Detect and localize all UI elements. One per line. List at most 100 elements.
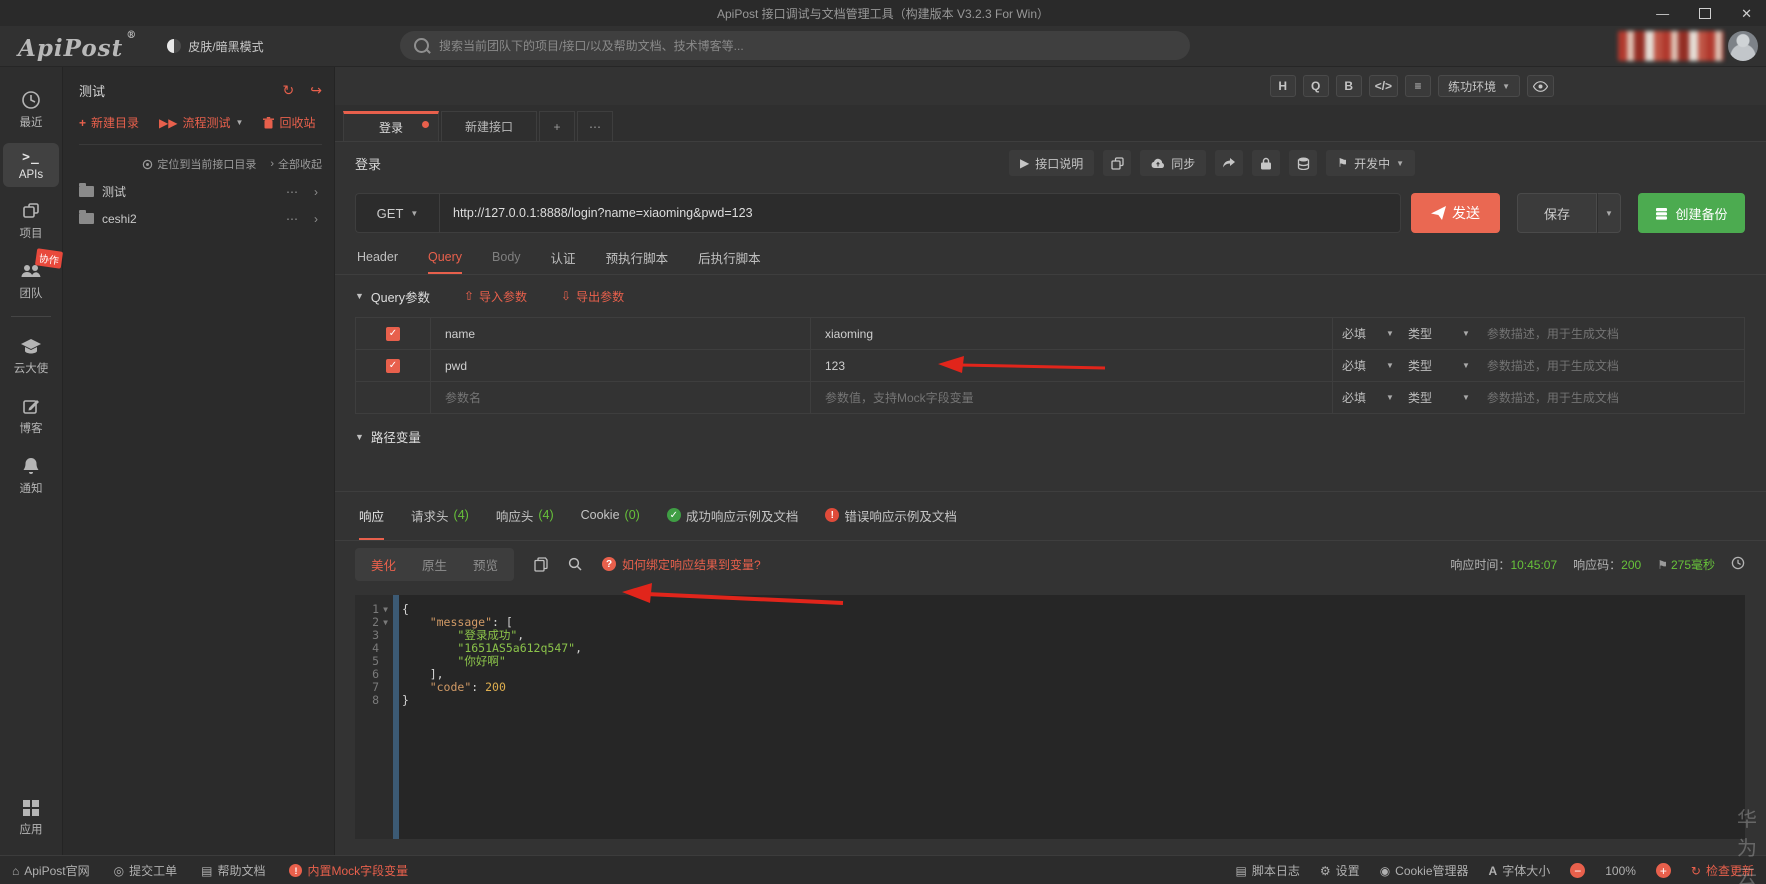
send-button[interactable]: 发送 — [1411, 193, 1500, 233]
add-tab-button[interactable]: + — [539, 111, 575, 141]
param-name-input[interactable] — [443, 389, 810, 406]
script-log-button[interactable]: ▤ 脚本日志 — [1236, 862, 1300, 879]
more-tabs-button[interactable]: ⋯ — [577, 111, 613, 141]
zoom-out-button[interactable]: − — [1570, 863, 1586, 878]
minimize-icon[interactable]: — — [1656, 7, 1669, 20]
sidebar-item-ambassador[interactable]: 云大使 — [3, 329, 59, 382]
close-icon[interactable]: ✕ — [1741, 7, 1752, 20]
tab-request-headers[interactable]: 请求头 (4) — [411, 492, 469, 540]
response-body-editor[interactable]: 1 ▼{2 ▼ "message": [3 "登录成功", 4 "1651AS5a61… — [355, 595, 1745, 839]
save-button[interactable]: 保存 — [1517, 193, 1597, 233]
copy-button[interactable] — [1103, 150, 1132, 176]
font-size-button[interactable]: A 字体大小 — [1489, 862, 1551, 879]
refresh-icon[interactable]: ↻ — [283, 82, 295, 99]
dev-status-select[interactable]: ⚑ 开发中 ▼ — [1326, 150, 1415, 176]
locate-current-dir[interactable]: 定位到当前接口目录 — [142, 156, 256, 172]
url-input[interactable] — [439, 193, 1401, 233]
type-select[interactable]: 类型 — [1408, 389, 1432, 406]
sidebar-item-blog[interactable]: 博客 — [3, 389, 59, 442]
tab-query[interactable]: Query — [428, 242, 463, 274]
collapse-all[interactable]: › 全部收起 — [270, 156, 322, 172]
cookie-manager-button[interactable]: ◉ Cookie管理器 — [1380, 862, 1469, 879]
param-value-input[interactable] — [823, 389, 1332, 406]
history-clock-icon[interactable] — [1731, 556, 1745, 573]
type-select[interactable]: 类型 — [1408, 325, 1432, 342]
bold-button[interactable]: B — [1335, 75, 1362, 97]
new-directory-button[interactable]: + 新建目录 — [79, 114, 139, 131]
check-update-button[interactable]: ↻ 检查更新 — [1691, 862, 1754, 879]
copy-response-button[interactable] — [534, 556, 548, 572]
path-vars-title[interactable]: ▼ 路径变量 — [355, 427, 421, 446]
mock-data-button[interactable] — [1289, 150, 1318, 176]
environment-select[interactable]: 练功环境 ▼ — [1438, 75, 1520, 97]
folder-item[interactable]: ceshi2 ⋯ › — [79, 205, 322, 232]
import-params-button[interactable]: ⇧ 导入参数 — [464, 288, 527, 305]
search-response-button[interactable] — [568, 557, 582, 571]
tab-response[interactable]: 响应 — [359, 492, 385, 540]
mode-pretty[interactable]: 美化 — [358, 551, 409, 578]
align-list-button[interactable]: ≡ — [1405, 75, 1432, 97]
code-view-button[interactable]: </> — [1368, 75, 1399, 97]
share-button[interactable] — [1215, 150, 1244, 176]
required-select[interactable]: 必填 — [1342, 389, 1366, 406]
param-desc-placeholder[interactable]: 参数描述，用于生成文档 — [1487, 389, 1619, 406]
tab-pre-script[interactable]: 预执行脚本 — [606, 242, 669, 274]
help-docs-link[interactable]: ▤ 帮助文档 — [201, 862, 265, 879]
eye-button[interactable] — [1527, 75, 1554, 97]
mode-preview[interactable]: 预览 — [460, 551, 511, 578]
create-backup-button[interactable]: 创建备份 — [1638, 193, 1745, 233]
mock-fields-link[interactable]: ! 内置Mock字段变量 — [289, 862, 408, 879]
lock-button[interactable] — [1252, 150, 1281, 176]
chevron-right-icon[interactable]: › — [314, 212, 318, 226]
method-select[interactable]: GET ▼ — [355, 193, 439, 233]
bind-variable-hint[interactable]: ? 如何绑定响应结果到变量? — [602, 556, 761, 573]
param-desc-placeholder[interactable]: 参数描述，用于生成文档 — [1487, 357, 1619, 374]
chevron-right-icon[interactable]: › — [314, 185, 318, 199]
theme-toggle[interactable]: 皮肤/暗黑模式 — [167, 38, 264, 55]
param-value-input[interactable] — [823, 325, 1332, 342]
search-input[interactable] — [437, 37, 1176, 54]
type-select[interactable]: 类型 — [1408, 357, 1432, 374]
query-params-title[interactable]: ▼ Query参数 — [355, 287, 430, 306]
settings-button[interactable]: ⚙ 设置 — [1320, 862, 1360, 879]
param-checkbox[interactable]: ✓ — [386, 358, 400, 373]
maximize-icon[interactable] — [1699, 7, 1712, 19]
official-site-link[interactable]: ⌂ ApiPost官网 — [12, 862, 90, 879]
tab-new-api[interactable]: 新建接口 — [441, 111, 537, 141]
folder-item[interactable]: 测试 ⋯ › — [79, 178, 322, 205]
save-dropdown-button[interactable]: ▼ — [1597, 193, 1621, 233]
avatar[interactable] — [1728, 31, 1758, 61]
submit-ticket-link[interactable]: ◎ 提交工单 — [114, 862, 178, 879]
export-params-button[interactable]: ⇩ 导出参数 — [561, 288, 624, 305]
param-name-input[interactable] — [443, 357, 810, 374]
api-doc-button[interactable]: ▶ 接口说明 — [1009, 150, 1095, 176]
tab-header[interactable]: Header — [357, 242, 398, 274]
more-icon[interactable]: ⋯ — [286, 185, 298, 199]
sidebar-item-team[interactable]: 协作 团队 — [3, 248, 64, 307]
sidebar-item-notifications[interactable]: 通知 — [3, 449, 59, 502]
query-button[interactable]: Q — [1302, 75, 1329, 97]
zoom-in-button[interactable]: + — [1655, 863, 1671, 878]
sidebar-item-apps[interactable]: 应用 — [3, 792, 59, 843]
recycle-bin-button[interactable]: 回收站 — [263, 114, 315, 131]
param-checkbox[interactable]: ✓ — [386, 326, 400, 341]
sidebar-item-recent[interactable]: 最近 — [3, 83, 59, 136]
required-select[interactable]: 必填 — [1342, 357, 1366, 374]
sidebar-item-projects[interactable]: 项目 — [3, 194, 59, 247]
tab-auth[interactable]: 认证 — [551, 242, 576, 274]
param-value-input[interactable] — [823, 357, 1332, 374]
tab-error-example[interactable]: ! 错误响应示例及文档 — [825, 492, 957, 540]
flow-test-button[interactable]: ▶▶ 流程测试 ▼ — [159, 114, 243, 131]
tab-cookie[interactable]: Cookie (0) — [581, 492, 640, 540]
tab-success-example[interactable]: ✓ 成功响应示例及文档 — [666, 492, 798, 540]
tab-post-script[interactable]: 后执行脚本 — [698, 242, 761, 274]
tab-body[interactable]: Body — [492, 242, 521, 274]
sync-button[interactable]: 同步 — [1140, 150, 1207, 176]
share-arrow-icon[interactable]: ↪ — [310, 82, 322, 99]
tab-login[interactable]: 登录 — [343, 111, 439, 141]
required-select[interactable]: 必填 — [1342, 325, 1366, 342]
param-desc-placeholder[interactable]: 参数描述，用于生成文档 — [1487, 325, 1619, 342]
param-name-input[interactable] — [443, 325, 810, 342]
more-icon[interactable]: ⋯ — [286, 212, 298, 226]
sidebar-item-apis[interactable]: >_ APIs — [3, 143, 59, 187]
